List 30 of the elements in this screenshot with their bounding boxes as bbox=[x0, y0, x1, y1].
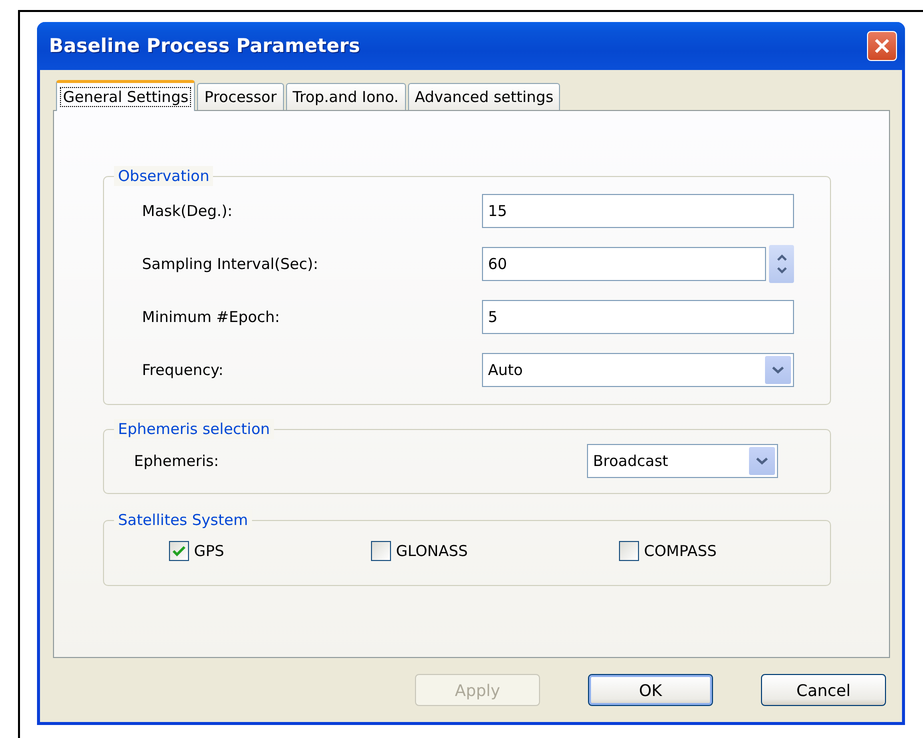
dropdown-field[interactable]: Auto bbox=[482, 353, 794, 387]
spin-button[interactable] bbox=[769, 245, 794, 283]
tab[interactable]: General Settings bbox=[56, 80, 196, 111]
field-label: Ephemeris: bbox=[134, 452, 220, 470]
tab[interactable]: Processor bbox=[197, 83, 284, 110]
input-field[interactable]: 60 bbox=[482, 247, 766, 281]
input-field[interactable]: 5 bbox=[482, 300, 794, 334]
group-title: Observation bbox=[114, 166, 214, 186]
field-label: Sampling Interval(Sec): bbox=[142, 255, 320, 273]
checkbox-label: GPS bbox=[194, 542, 224, 560]
field-label: Mask(Deg.): bbox=[142, 202, 234, 220]
tab[interactable]: Trop.and Iono. bbox=[286, 83, 406, 110]
checkbox-label: GLONASS bbox=[396, 542, 468, 560]
checkbox[interactable] bbox=[619, 541, 639, 561]
checkbox[interactable] bbox=[371, 541, 391, 561]
dialog-button[interactable]: OK bbox=[588, 674, 713, 706]
checkbox[interactable] bbox=[169, 541, 189, 561]
window-title: Baseline Process Parameters bbox=[49, 35, 362, 57]
group-title: Ephemeris selection bbox=[114, 419, 274, 439]
close-button[interactable] bbox=[867, 31, 897, 61]
dialog-button[interactable]: Cancel bbox=[761, 674, 886, 706]
dialog-button: Apply bbox=[415, 674, 540, 706]
tab[interactable]: Advanced settings bbox=[408, 83, 560, 110]
field-label: Frequency: bbox=[142, 361, 224, 379]
checkmark-icon bbox=[172, 545, 186, 557]
field-label: Minimum #Epoch: bbox=[142, 308, 281, 326]
dropdown-field[interactable]: Broadcast bbox=[587, 444, 778, 478]
close-icon bbox=[874, 38, 890, 54]
input-field[interactable]: 15 bbox=[482, 194, 794, 228]
checkbox-label: COMPASS bbox=[644, 542, 717, 560]
